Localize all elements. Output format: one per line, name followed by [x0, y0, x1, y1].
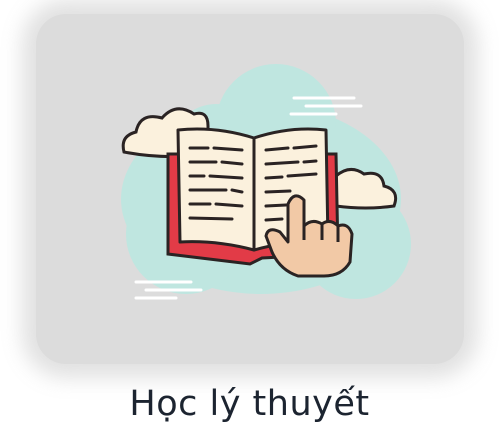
- open-book-pointing-hand-icon: [121, 64, 411, 300]
- theory-card-tile[interactable]: [36, 14, 464, 364]
- card-title[interactable]: Học lý thuyết: [0, 380, 499, 428]
- page: Học lý thuyết: [0, 0, 499, 448]
